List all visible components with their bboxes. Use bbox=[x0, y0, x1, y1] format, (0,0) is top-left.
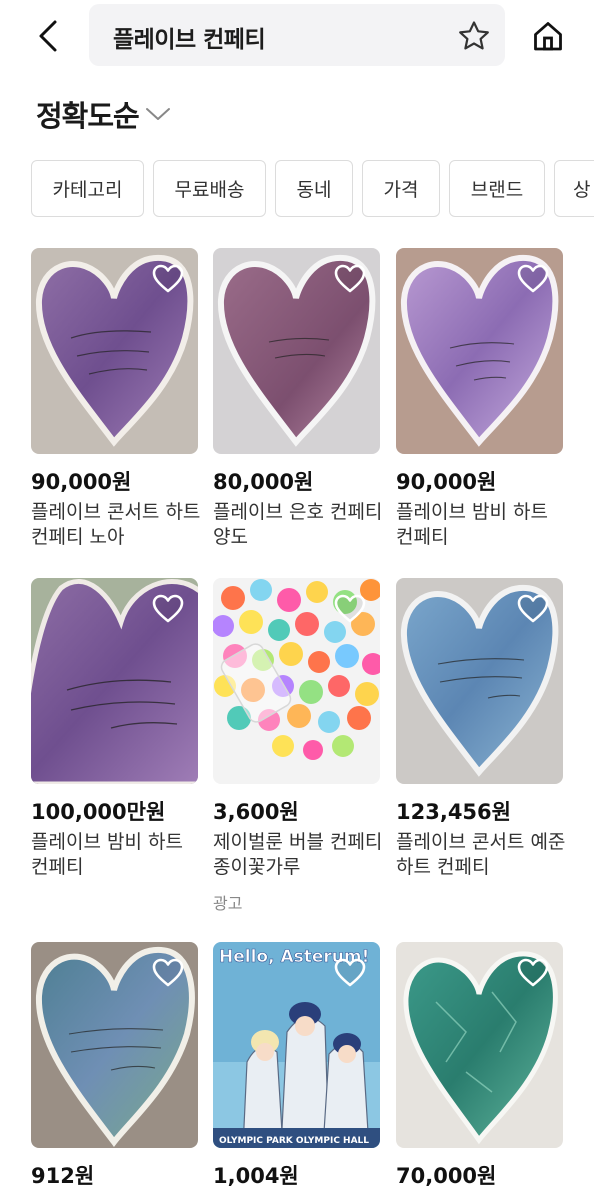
heart-outline-icon bbox=[517, 264, 549, 293]
like-button[interactable] bbox=[150, 262, 186, 296]
search-query-text: 플레이브 컨페티 bbox=[113, 27, 266, 53]
product-price: 1,004원 bbox=[213, 1164, 299, 1188]
heart-outline-icon bbox=[334, 264, 366, 293]
chevron-left-icon bbox=[39, 20, 57, 52]
product-title: 플레이브 은호 컨페티 양도 bbox=[213, 501, 383, 548]
home-icon bbox=[534, 22, 562, 51]
heart-outline-icon bbox=[152, 594, 184, 623]
product-price: 70,000원 bbox=[396, 1164, 497, 1188]
filter-chip-brand[interactable]: 브랜드 bbox=[449, 160, 545, 217]
filter-chip-free-shipping[interactable]: 무료배송 bbox=[153, 160, 266, 217]
sort-label: 정확도순 bbox=[36, 99, 140, 133]
filter-chip-category[interactable]: 카테고리 bbox=[31, 160, 144, 217]
poster-footer: OLYMPIC PARK OLYMPIC HALL bbox=[219, 1136, 369, 1146]
product-price: 123,456원 bbox=[396, 800, 511, 824]
search-input[interactable]: 플레이브 컨페티 bbox=[89, 4, 505, 66]
product-price: 90,000원 bbox=[31, 470, 132, 494]
filter-chip-more[interactable]: 상 bbox=[554, 160, 594, 217]
sort-dropdown[interactable]: 정확도순 bbox=[36, 92, 171, 136]
product-title: 플레이브 밤비 하트 컨페티 bbox=[31, 831, 183, 878]
like-button[interactable] bbox=[150, 592, 186, 626]
heart-outline-icon bbox=[334, 594, 366, 623]
like-button[interactable] bbox=[515, 262, 551, 296]
chevron-down-icon bbox=[145, 106, 171, 122]
like-button[interactable] bbox=[332, 956, 368, 990]
home-button[interactable] bbox=[526, 14, 570, 58]
back-button[interactable] bbox=[28, 14, 68, 58]
filter-chip-neighborhood[interactable]: 동네 bbox=[275, 160, 353, 217]
like-button[interactable] bbox=[150, 956, 186, 990]
product-price: 90,000원 bbox=[396, 470, 497, 494]
heart-outline-icon bbox=[517, 594, 549, 623]
heart-outline-icon bbox=[334, 958, 366, 987]
like-button[interactable] bbox=[515, 956, 551, 990]
product-title: 제이벌룬 버블 컨페티 종이꽃가루 bbox=[213, 831, 383, 878]
ad-badge: 광고 bbox=[213, 894, 243, 913]
product-price: 80,000원 bbox=[213, 470, 314, 494]
like-button[interactable] bbox=[515, 592, 551, 626]
heart-outline-icon bbox=[517, 958, 549, 987]
product-title: 플레이브 밤비 하트 컨페티 bbox=[396, 501, 548, 548]
product-price: 100,000만원 bbox=[31, 800, 166, 824]
like-button[interactable] bbox=[332, 592, 368, 626]
top-bar: 플레이브 컨페티 bbox=[0, 0, 594, 72]
product-title: 플레이브 콘서트 예준 하트 컨페티 bbox=[396, 831, 566, 878]
filter-chip-bar: 카테고리 무료배송 동네 가격 브랜드 상 bbox=[31, 160, 594, 218]
heart-outline-icon bbox=[152, 958, 184, 987]
heart-outline-icon bbox=[152, 264, 184, 293]
product-title: 플레이브 콘서트 하트 컨페티 노아 bbox=[31, 501, 201, 548]
like-button[interactable] bbox=[332, 262, 368, 296]
filter-chip-price[interactable]: 가격 bbox=[362, 160, 440, 217]
favorite-search-button[interactable] bbox=[454, 16, 494, 56]
product-price: 912원 bbox=[31, 1164, 95, 1188]
star-outline-icon bbox=[459, 21, 489, 50]
product-price: 3,600원 bbox=[213, 800, 299, 824]
